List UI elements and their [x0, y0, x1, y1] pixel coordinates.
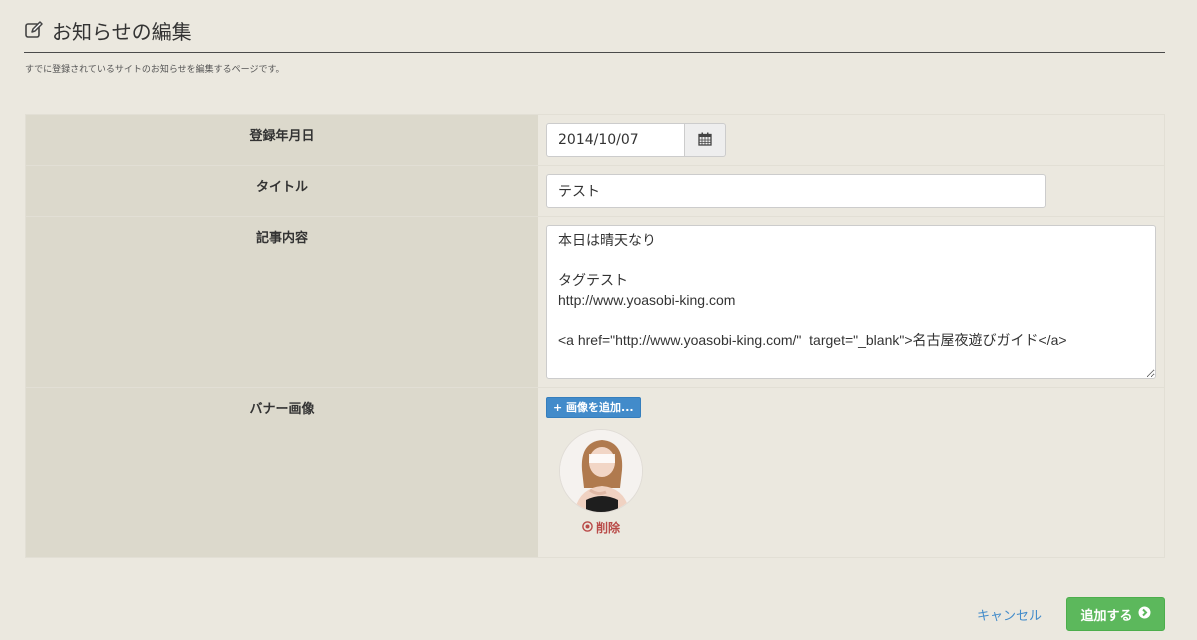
banner-thumbnail: [559, 429, 643, 513]
form-row-title: タイトル: [26, 166, 1164, 217]
page-title: お知らせの編集: [24, 16, 1165, 44]
page-header: お知らせの編集: [24, 16, 1165, 53]
title-input[interactable]: [546, 174, 1046, 208]
date-label: 登録年月日: [26, 115, 538, 165]
form-row-body: 記事内容 本日は晴天なり タグテスト http://www.yoasobi-ki…: [26, 217, 1164, 388]
date-cell: [538, 115, 1164, 165]
banner-thumbnail-wrap: 削除: [559, 429, 643, 536]
body-textarea[interactable]: 本日は晴天なり タグテスト http://www.yoasobi-king.co…: [546, 225, 1156, 379]
submit-label: 追加する: [1080, 608, 1133, 624]
banner-label: バナー画像: [26, 388, 538, 557]
edit-icon: [24, 20, 44, 40]
remove-circle-icon: [582, 520, 593, 535]
page-title-text: お知らせの編集: [52, 19, 192, 44]
form-row-date: 登録年月日: [26, 115, 1164, 166]
form-row-banner: バナー画像 + 画像を追加... 削除: [26, 388, 1164, 557]
delete-label: 削除: [595, 521, 620, 535]
submit-button[interactable]: 追加する: [1066, 597, 1165, 631]
date-picker: [546, 123, 726, 157]
delete-image-link[interactable]: 削除: [582, 519, 620, 536]
title-label: タイトル: [26, 166, 538, 216]
title-cell: [538, 166, 1164, 216]
page-subtitle: すでに登録されているサイトのお知らせを編集するページです。: [25, 65, 285, 75]
arrow-circle-right-icon: [1138, 606, 1151, 623]
cancel-link[interactable]: キャンセル: [977, 605, 1042, 624]
calendar-button[interactable]: [685, 123, 726, 157]
notice-form: 登録年月日 タイトル: [25, 114, 1165, 558]
date-input[interactable]: [546, 123, 685, 157]
calendar-icon: [698, 131, 712, 150]
body-label: 記事内容: [26, 217, 538, 387]
banner-cell: + 画像を追加... 削除: [538, 388, 1164, 557]
add-image-button[interactable]: + 画像を追加...: [546, 397, 641, 418]
body-cell: 本日は晴天なり タグテスト http://www.yoasobi-king.co…: [538, 217, 1164, 387]
